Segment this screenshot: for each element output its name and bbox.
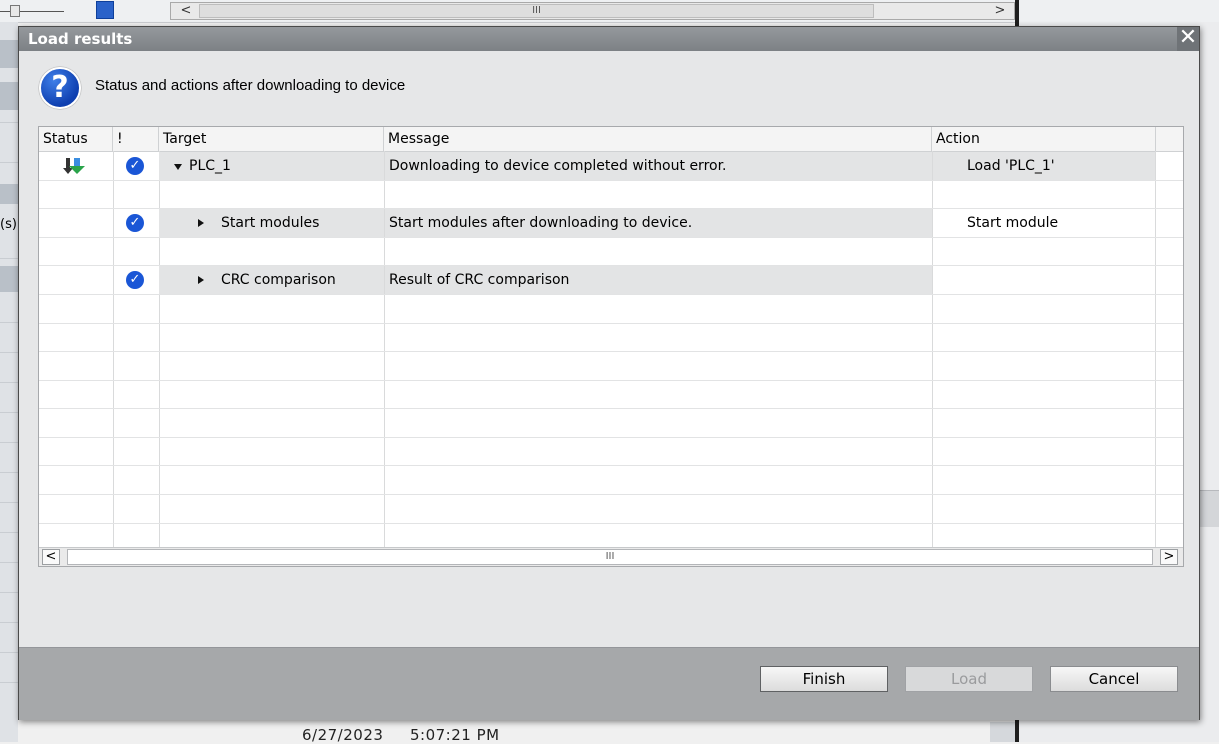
background-right-tab <box>1200 490 1219 527</box>
check-icon: ✓ <box>126 214 144 232</box>
dialog-title: Load results <box>28 30 133 48</box>
row-target: PLC_1 <box>189 158 231 174</box>
column-header-filler <box>1156 127 1183 151</box>
table-horizontal-scrollbar[interactable]: < III > <box>39 547 1183 566</box>
expand-arrow-icon[interactable] <box>198 276 204 284</box>
row-message: Result of CRC comparison <box>389 272 570 288</box>
load-button[interactable]: Load <box>905 666 1033 692</box>
background-toolbar: < III > <box>0 0 1219 23</box>
load-results-dialog: Load results ✕ ? Status and actions afte… <box>18 26 1200 720</box>
results-table: Status ! Target Message Action ✓ PLC_1 D… <box>38 126 1184 567</box>
row-target: CRC comparison <box>221 272 336 288</box>
download-icon <box>63 158 86 176</box>
column-header-action[interactable]: Action <box>932 127 1156 151</box>
cancel-button[interactable]: Cancel <box>1050 666 1178 692</box>
row-action-select[interactable]: Start module <box>967 209 1058 237</box>
expand-arrow-icon[interactable] <box>198 219 204 227</box>
time-text: 5:07:21 PM <box>410 726 500 744</box>
scroll-left-button[interactable]: < <box>42 549 60 565</box>
truncated-text: (s) <box>0 217 17 232</box>
date-text: 6/27/2023 <box>302 726 384 744</box>
finish-button[interactable]: Finish <box>760 666 888 692</box>
zoom-slider-knob[interactable] <box>10 5 20 17</box>
dialog-footer: Finish Load Cancel <box>19 647 1199 720</box>
row-message: Downloading to device completed without … <box>389 158 727 174</box>
scroll-right-arrow[interactable]: > <box>991 4 1009 18</box>
column-header-message[interactable]: Message <box>384 127 932 151</box>
column-header-status[interactable]: Status <box>39 127 113 151</box>
check-icon: ✓ <box>126 271 144 289</box>
monitor-icon[interactable] <box>96 1 114 19</box>
expand-arrow-icon[interactable] <box>174 164 182 170</box>
background-bottom-block <box>990 722 1015 742</box>
table-header: Status ! Target Message Action <box>39 127 1183 152</box>
background-horizontal-scrollbar[interactable]: < III > <box>170 2 1015 20</box>
column-header-target[interactable]: Target <box>159 127 384 151</box>
question-icon: ? <box>39 67 81 109</box>
row-target: Start modules <box>221 215 320 231</box>
scroll-thumb[interactable]: III <box>67 549 1153 565</box>
scroll-right-button[interactable]: > <box>1160 549 1178 565</box>
scroll-thumb[interactable]: III <box>199 4 874 18</box>
row-action-select[interactable]: Load 'PLC_1' <box>967 152 1055 180</box>
check-icon: ✓ <box>126 157 144 175</box>
close-button[interactable]: ✕ <box>1177 27 1199 51</box>
dialog-titlebar[interactable]: Load results ✕ <box>19 27 1199 51</box>
row-message: Start modules after downloading to devic… <box>389 215 693 231</box>
column-header-flag[interactable]: ! <box>113 127 159 151</box>
dialog-subtitle: Status and actions after downloading to … <box>95 77 406 94</box>
background-left-panel <box>0 22 18 742</box>
scroll-left-arrow[interactable]: < <box>177 4 195 18</box>
